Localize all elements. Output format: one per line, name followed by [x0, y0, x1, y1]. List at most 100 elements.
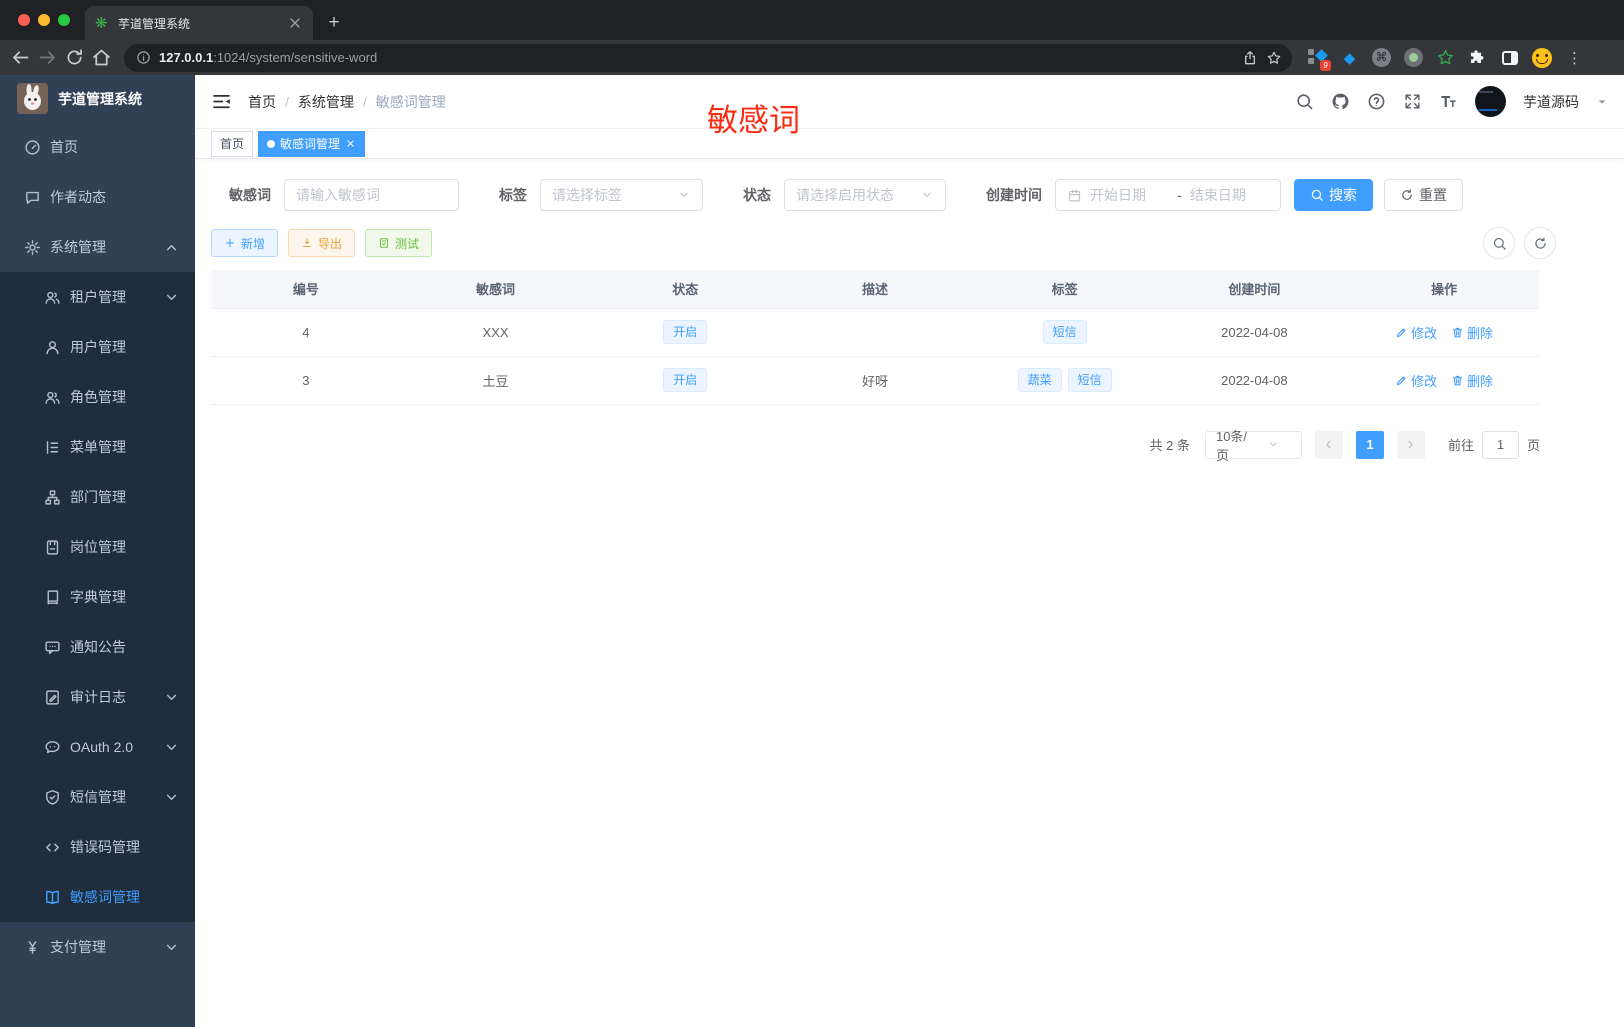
sidebar-item[interactable]: 系统管理 — [0, 222, 195, 272]
sidebar-item[interactable]: 字典管理 — [0, 572, 195, 622]
sidebar-item[interactable]: 错误码管理 — [0, 822, 195, 872]
tab-close-icon[interactable] — [287, 15, 303, 31]
help-icon[interactable] — [1367, 92, 1386, 111]
sidebar-item-label: 通知公告 — [70, 639, 126, 655]
header-search-icon[interactable] — [1295, 92, 1314, 111]
status-select[interactable]: 请选择启用状态 — [784, 179, 946, 211]
cell-tags: 蔬菜 短信 — [969, 356, 1160, 405]
fullscreen-icon[interactable] — [1403, 92, 1422, 111]
next-page-button[interactable] — [1396, 430, 1425, 459]
tag-badge: 短信 — [1042, 320, 1087, 344]
extension-star-icon[interactable] — [1436, 48, 1455, 67]
document-icon — [378, 237, 390, 249]
back-button[interactable] — [10, 47, 31, 68]
sidebar-item-label: 部门管理 — [70, 489, 126, 505]
search-button[interactable]: 搜索 — [1294, 179, 1373, 211]
reset-button[interactable]: 重置 — [1384, 179, 1463, 211]
sidebar-item[interactable]: 部门管理 — [0, 472, 195, 522]
page-tab[interactable]: 敏感词管理 — [258, 130, 366, 157]
reload-button[interactable] — [64, 47, 85, 68]
bookmark-star-icon[interactable] — [1266, 50, 1282, 66]
sidebar-item-label: 作者动态 — [50, 189, 106, 205]
sidebar-item[interactable]: 作者动态 — [0, 172, 195, 222]
sidebar-collapse-icon[interactable] — [211, 91, 232, 112]
extension-record-icon[interactable] — [1404, 48, 1423, 67]
data-table: 编号 敏感词 状态 描述 标签 创建时间 操作 4 XXX 开启 短信 2022-04-08 修改 删除… — [211, 270, 1539, 405]
extension-command-icon[interactable]: ⌘ — [1372, 48, 1391, 67]
profile-avatar-icon[interactable] — [1532, 47, 1552, 68]
window-minimize-button[interactable] — [38, 14, 50, 26]
page-tab[interactable]: 首页 — [211, 130, 254, 157]
extension-sidepanel-icon[interactable] — [1500, 48, 1519, 67]
chat-icon — [24, 189, 41, 206]
page-size-select[interactable]: 10条/页 — [1204, 429, 1302, 463]
export-button[interactable]: 导出 — [288, 229, 356, 257]
sidebar-item[interactable]: 用户管理 — [0, 322, 195, 372]
date-range-picker[interactable]: 开始日期 - 结束日期 — [1055, 179, 1281, 211]
sidebar-item-label: 短信管理 — [70, 789, 126, 805]
cell-status: 开启 — [590, 308, 781, 357]
sidebar-item[interactable]: 短信管理 — [0, 772, 195, 822]
edit-link[interactable]: 修改 — [1395, 371, 1437, 390]
site-info-icon[interactable] — [136, 50, 151, 65]
browser-menu-icon[interactable]: ⋮ — [1565, 48, 1584, 67]
user-icon — [44, 339, 61, 356]
keyword-input[interactable]: 请输入敏感词 — [284, 179, 459, 211]
home-button[interactable] — [91, 47, 112, 68]
extension-gem-icon[interactable]: ◆ — [1340, 48, 1359, 67]
edit-icon — [1395, 374, 1408, 387]
chevron-down-icon — [163, 289, 180, 306]
sidebar-item-label: 菜单管理 — [70, 439, 126, 455]
window-zoom-button[interactable] — [58, 14, 70, 26]
github-icon[interactable] — [1331, 92, 1350, 111]
extensions-puzzle-icon[interactable] — [1468, 48, 1487, 67]
window-close-button[interactable] — [18, 14, 30, 26]
url-path: :1024/system/sensitive-word — [213, 50, 378, 65]
delete-link[interactable]: 删除 — [1451, 371, 1493, 390]
sidebar-item[interactable]: 支付管理 — [0, 922, 195, 972]
tab-close-icon[interactable] — [345, 138, 356, 149]
column-header: 描述 — [780, 270, 970, 309]
sidebar-item[interactable]: 通知公告 — [0, 622, 195, 672]
refresh-table-button[interactable] — [1524, 227, 1556, 259]
extension-grid-icon[interactable]: 9 — [1308, 48, 1331, 71]
browser-tab[interactable]: ❋ 芋道管理系统 — [85, 6, 313, 40]
prev-page-button[interactable] — [1314, 430, 1343, 459]
trash-icon — [1451, 374, 1464, 387]
sidebar-item[interactable]: 租户管理 — [0, 272, 195, 322]
goto-page-input[interactable]: 1 — [1481, 430, 1519, 459]
sidebar-item[interactable]: 岗位管理 — [0, 522, 195, 572]
cell-id: 4 — [211, 308, 401, 357]
sidebar-item-label: OAuth 2.0 — [70, 739, 134, 755]
breadcrumb-item[interactable]: 系统管理 — [298, 92, 354, 112]
browser-tab-strip: ❋ 芋道管理系统 + — [0, 0, 1624, 40]
test-button[interactable]: 测试 — [365, 229, 433, 257]
sidebar-item[interactable]: 审计日志 — [0, 672, 195, 722]
sidebar-item[interactable]: 菜单管理 — [0, 422, 195, 472]
sidebar-item[interactable]: 首页 — [0, 122, 195, 172]
sidebar-item[interactable]: 敏感词管理 — [0, 872, 195, 922]
users-icon — [44, 289, 61, 306]
user-menu-caret-icon[interactable] — [1596, 96, 1608, 108]
sidebar-item[interactable]: 角色管理 — [0, 372, 195, 422]
toggle-search-button[interactable] — [1483, 227, 1515, 259]
breadcrumb-item[interactable]: 首页 — [248, 92, 276, 112]
date-end-placeholder: 结束日期 — [1189, 187, 1246, 203]
tag-select[interactable]: 请选择标签 — [540, 179, 703, 211]
delete-link[interactable]: 删除 — [1451, 323, 1493, 342]
page-number-button[interactable]: 1 — [1355, 430, 1384, 459]
share-icon[interactable] — [1242, 50, 1258, 66]
url-bar[interactable]: 127.0.0.1:1024/system/sensitive-word — [124, 43, 1292, 72]
new-tab-button[interactable]: + — [321, 10, 347, 36]
forward-button[interactable] — [37, 47, 58, 68]
refresh-icon — [1533, 236, 1548, 251]
font-size-icon[interactable] — [1439, 92, 1458, 111]
add-button[interactable]: 新增 — [211, 229, 279, 257]
edit-link[interactable]: 修改 — [1395, 323, 1437, 342]
chevron-right-icon — [1404, 438, 1417, 451]
calendar-icon — [1067, 188, 1082, 203]
cell-word: 土豆 — [400, 356, 591, 405]
sidebar-item[interactable]: OAuth 2.0 — [0, 722, 195, 772]
user-avatar[interactable] — [1475, 86, 1506, 117]
notice-icon — [44, 639, 61, 656]
